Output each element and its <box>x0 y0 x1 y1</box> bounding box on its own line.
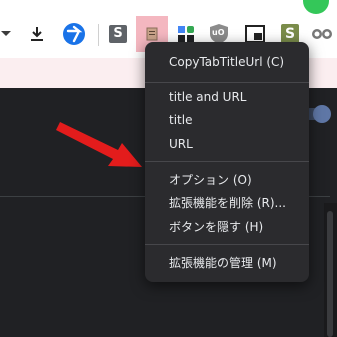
s-extension-label: S <box>109 25 127 43</box>
blue-circle-arrow-icon[interactable] <box>62 22 86 46</box>
menu-item-hide-button[interactable]: ボタンを隠す (H) <box>169 217 263 237</box>
menu-item-title-and-url[interactable]: title and URL <box>169 87 246 107</box>
download-icon[interactable] <box>25 22 49 46</box>
toggle-knob[interactable] <box>313 105 331 123</box>
menu-separator <box>145 161 309 162</box>
extension-context-menu: CopyTabTitleUrl (C) title and URL title … <box>145 42 309 282</box>
glasses-icon[interactable] <box>310 22 334 46</box>
menu-item-extension-name[interactable]: CopyTabTitleUrl (C) <box>169 52 284 72</box>
scrollbar-thumb[interactable] <box>327 211 333 337</box>
s-extension-icon[interactable]: S <box>106 22 130 46</box>
menu-item-remove-extension[interactable]: 拡張機能を削除 (R)... <box>169 193 286 213</box>
toolbar-divider <box>98 24 99 46</box>
menu-item-title[interactable]: title <box>169 110 192 130</box>
menu-item-url[interactable]: URL <box>169 134 193 154</box>
chevron-down-icon[interactable] <box>0 22 18 46</box>
menu-item-options[interactable]: オプション (O) <box>169 170 252 190</box>
ublock-label: uO <box>212 28 225 37</box>
scrollbar[interactable] <box>324 203 337 337</box>
green-dot-icon <box>303 0 329 14</box>
menu-item-manage-extensions[interactable]: 拡張機能の管理 (M) <box>169 253 277 273</box>
menu-separator <box>145 244 309 245</box>
menu-separator <box>145 82 309 83</box>
s-green-extension-label: S <box>281 24 299 44</box>
